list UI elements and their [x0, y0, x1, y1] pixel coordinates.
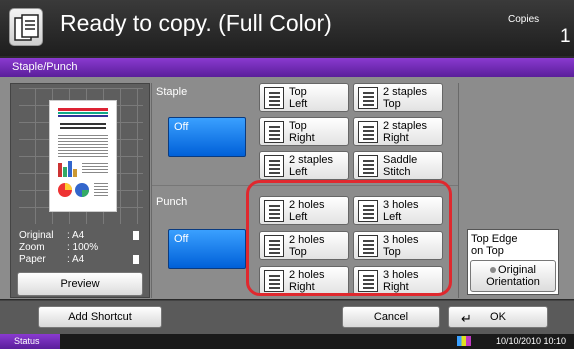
staple-top-right-icon	[264, 121, 284, 143]
radio-dot-icon	[490, 267, 497, 273]
staple-top-right-button[interactable]: Top Right	[259, 117, 349, 146]
document-preview	[19, 88, 143, 224]
orientation-panel: Top Edge on Top Original Orientation	[458, 83, 564, 298]
bottom-bar: Add Shortcut Cancel ↵ OK	[0, 300, 574, 334]
preview-info: Original : A4 Zoom : 100% Paper : A4	[15, 228, 147, 268]
preview-button[interactable]: Preview	[17, 272, 143, 296]
tab-staple-punch: Staple/Punch	[12, 61, 78, 73]
staple-off-button[interactable]: Off	[168, 117, 246, 157]
copies-label: Copies	[508, 14, 540, 25]
cancel-button[interactable]: Cancel	[342, 306, 440, 328]
status-bar: Status 10/10/2010 10:10	[0, 334, 574, 349]
staple-top-left-button[interactable]: Top Left	[259, 83, 349, 112]
staple-2-top-button[interactable]: 2 staples Top	[353, 83, 443, 112]
status-button[interactable]: Status	[0, 334, 60, 349]
toner-status-icon	[457, 336, 471, 346]
copies-count: 1	[560, 26, 571, 47]
staple-2-right-button[interactable]: 2 staples Right	[353, 117, 443, 146]
original-orientation-icon	[133, 231, 139, 240]
paper-orientation-icon	[133, 255, 139, 264]
punch-options-highlight	[246, 180, 452, 296]
header: Ready to copy. (Full Color) Copies 1	[0, 0, 574, 56]
top-edge-label: Top Edge on Top	[471, 233, 518, 257]
preview-panel: Original : A4 Zoom : 100% Paper : A4 Pre…	[10, 83, 150, 298]
enter-arrow-icon: ↵	[461, 311, 472, 326]
staple-2-top-icon	[358, 87, 378, 109]
function-tab-bar: Staple/Punch	[0, 58, 574, 77]
page-title: Ready to copy. (Full Color)	[60, 10, 332, 36]
copy-mode-icon	[9, 8, 43, 46]
saddle-stitch-icon	[358, 155, 378, 177]
staple-top-left-icon	[264, 87, 284, 109]
document-thumbnail-graphic	[58, 108, 108, 197]
punch-label: Punch	[156, 196, 188, 208]
staple-2-left-icon	[264, 155, 284, 177]
staple-label: Staple	[156, 86, 188, 98]
add-shortcut-button[interactable]: Add Shortcut	[38, 306, 162, 328]
punch-off-button[interactable]: Off	[168, 229, 246, 269]
original-orientation-button[interactable]: Original Orientation	[470, 260, 556, 292]
saddle-stitch-button[interactable]: Saddle Stitch	[353, 151, 443, 180]
info-paper: Paper : A4	[19, 254, 143, 266]
ok-button[interactable]: ↵ OK	[448, 306, 548, 328]
document-thumbnail	[49, 100, 117, 212]
top-edge-box: Top Edge on Top Original Orientation	[467, 229, 559, 295]
info-original: Original : A4	[19, 230, 143, 242]
staple-2-left-button[interactable]: 2 staples Left	[259, 151, 349, 180]
staple-2-right-icon	[358, 121, 378, 143]
info-zoom: Zoom : 100%	[19, 242, 99, 253]
status-datetime: 10/10/2010 10:10	[496, 336, 567, 346]
